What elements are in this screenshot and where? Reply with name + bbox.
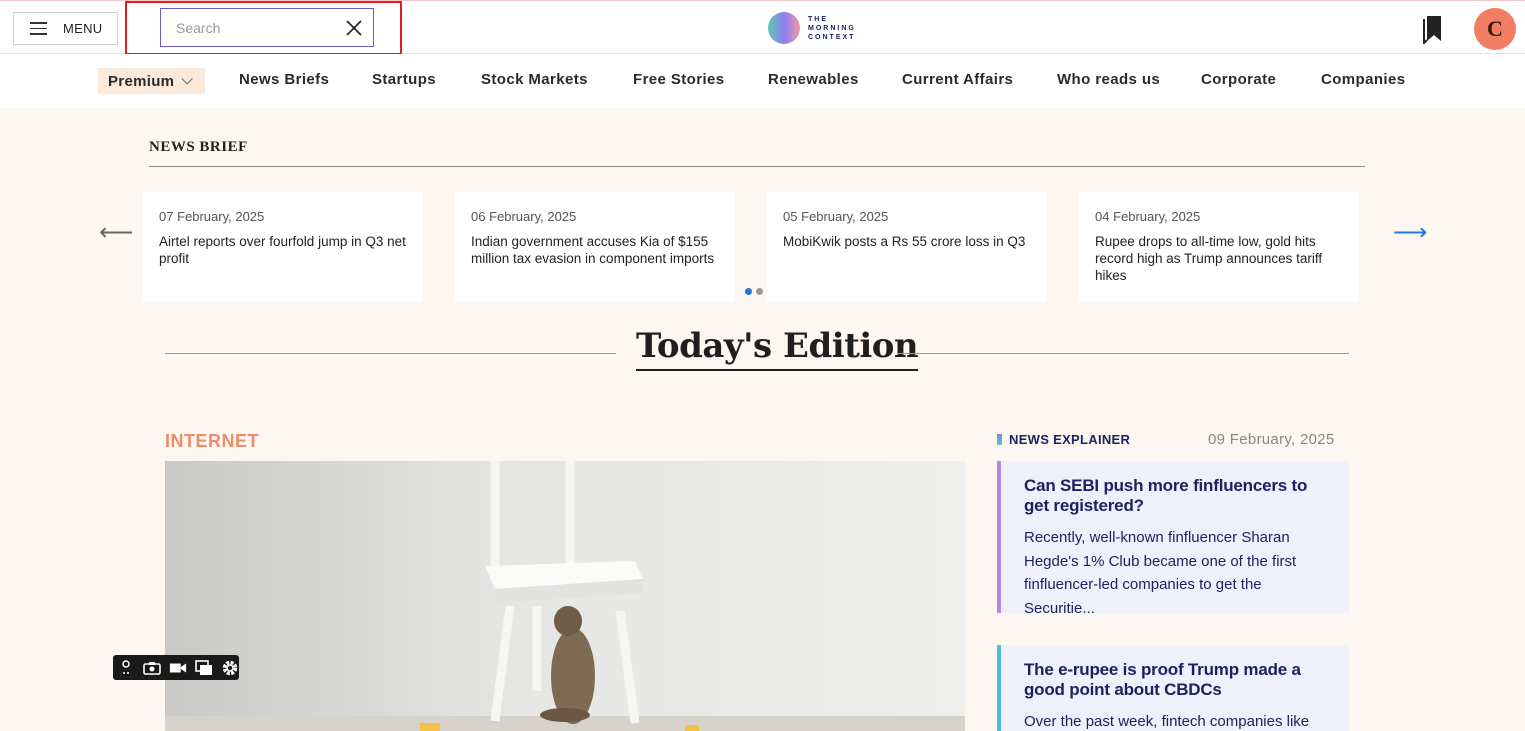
nav-item-corporate[interactable]: Corporate [1201, 71, 1276, 88]
carousel-dot[interactable] [756, 288, 763, 295]
explainer-card[interactable]: The e-rupee is proof Trump made a good p… [997, 645, 1349, 731]
card-title: Indian government accuses Kia of $155 mi… [471, 234, 715, 266]
explainer-date: 09 February, 2025 [1208, 431, 1335, 448]
search-box [160, 8, 374, 47]
news-explainer-tag[interactable]: NEWS EXPLAINER [997, 432, 1130, 447]
logo-mark-icon [768, 12, 800, 44]
card-title: MobiKwik posts a Rs 55 crore loss in Q3 [783, 234, 1026, 249]
news-brief-card[interactable]: 07 February, 2025 Airtel reports over fo… [143, 192, 423, 301]
explainer-headline: Can SEBI push more finfluencers to get r… [1024, 476, 1308, 515]
nav-item-news-briefs[interactable]: News Briefs [239, 71, 329, 88]
logo-line: THE [808, 15, 828, 23]
nav-item-companies[interactable]: Companies [1321, 71, 1405, 88]
hamburger-icon [30, 22, 47, 35]
logo-line: MORNING [808, 24, 856, 32]
site-logo[interactable]: THE MORNING CONTEXT [768, 12, 856, 44]
top-bar: MENU THE MORNING CONTEXT C [0, 0, 1525, 55]
divider [897, 353, 1349, 354]
explainer-headline: The e-rupee is proof Trump made a good p… [1024, 660, 1301, 699]
menu-button[interactable]: MENU [13, 12, 118, 45]
arrow-left-icon[interactable]: ⟵ [99, 221, 133, 245]
news-brief-heading: NEWS BRIEF [149, 139, 248, 155]
card-date: 07 February, 2025 [159, 209, 265, 224]
main-nav: Premium News Briefs Startups Stock Marke… [0, 54, 1525, 108]
search-input[interactable] [176, 19, 346, 36]
menu-label: MENU [63, 21, 103, 36]
logo-text: THE MORNING CONTEXT [808, 15, 856, 42]
video-camera-icon[interactable] [169, 659, 187, 677]
news-brief-card[interactable]: 04 February, 2025 Rupee drops to all-tim… [1079, 192, 1359, 301]
hero-illustration [165, 461, 965, 731]
link-icon[interactable] [117, 659, 135, 677]
chevron-down-icon [181, 73, 194, 85]
carousel-dot[interactable] [745, 288, 752, 295]
nav-item-free-stories[interactable]: Free Stories [633, 71, 725, 88]
tag-marker-icon [997, 434, 1002, 445]
nav-item-stock-markets[interactable]: Stock Markets [481, 71, 588, 88]
copy-window-icon[interactable] [195, 659, 213, 677]
explainer-summary: Over the past week, fintech companies li… [1024, 713, 1310, 730]
camera-icon[interactable] [143, 659, 161, 677]
hero-image[interactable] [165, 461, 965, 731]
story-category[interactable]: INTERNET [165, 431, 259, 452]
nav-premium-label: Premium [108, 72, 175, 90]
card-title: Rupee drops to all-time low, gold hits r… [1095, 234, 1323, 283]
nav-item-current-affairs[interactable]: Current Affairs [902, 71, 1013, 88]
card-date: 06 February, 2025 [471, 209, 577, 224]
explainer-card[interactable]: Can SEBI push more finfluencers to get r… [997, 461, 1349, 617]
news-brief-card[interactable]: 05 February, 2025 MobiKwik posts a Rs 55… [767, 192, 1047, 301]
main-content: NEWS BRIEF ⟵ ⟶ 07 February, 2025 Airtel … [0, 108, 1525, 731]
edition-title: Today's Edition [636, 326, 919, 371]
nav-item-who-reads-us[interactable]: Who reads us [1057, 71, 1160, 88]
card-title: Airtel reports over fourfold jump in Q3 … [159, 234, 406, 266]
bookmark-icon[interactable] [1423, 14, 1445, 44]
card-date: 04 February, 2025 [1095, 209, 1201, 224]
nav-item-renewables[interactable]: Renewables [768, 71, 859, 88]
divider [165, 353, 616, 354]
avatar[interactable]: C [1474, 8, 1516, 50]
divider [149, 166, 1365, 167]
capture-toolbar [113, 655, 239, 680]
nav-item-startups[interactable]: Startups [372, 71, 436, 88]
explainer-summary: Recently, well-known finfluencer Sharan … [1024, 529, 1297, 617]
close-icon[interactable] [345, 19, 363, 37]
card-date: 05 February, 2025 [783, 209, 889, 224]
arrow-right-icon[interactable]: ⟶ [1393, 221, 1427, 245]
news-brief-card[interactable]: 06 February, 2025 Indian government accu… [455, 192, 735, 301]
news-explainer-label: NEWS EXPLAINER [1009, 432, 1131, 447]
logo-line: CONTEXT [808, 33, 856, 41]
carousel-dots [745, 288, 763, 295]
gear-icon[interactable] [221, 659, 239, 677]
nav-item-premium[interactable]: Premium [98, 68, 205, 94]
